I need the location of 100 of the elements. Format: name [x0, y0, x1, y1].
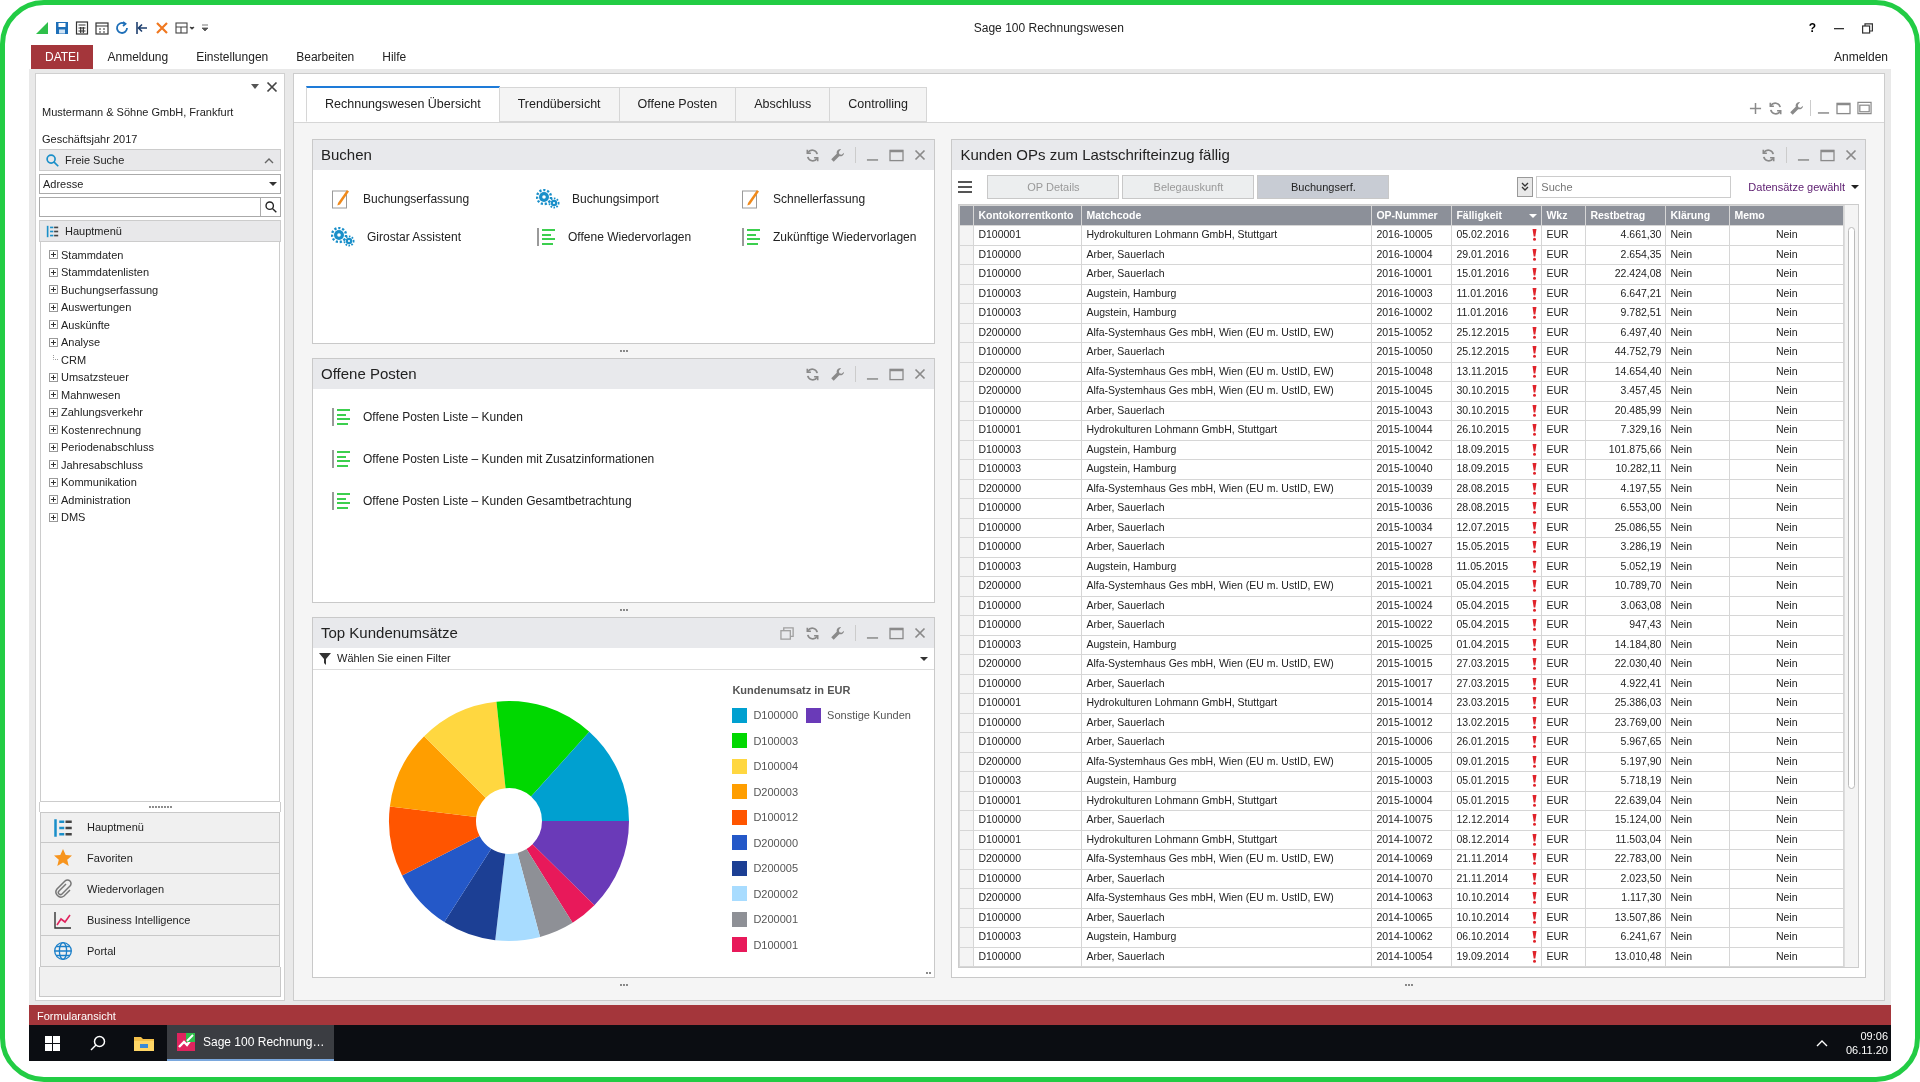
tab[interactable]: Trendübersicht: [498, 87, 620, 122]
expand-icon[interactable]: [49, 372, 58, 382]
login-button[interactable]: Anmelden: [1819, 45, 1891, 69]
tree-item[interactable]: Jahresabschluss: [61, 456, 143, 473]
maximize-icon[interactable]: [1820, 148, 1835, 162]
tree-item[interactable]: Auswertungen: [61, 299, 132, 316]
tab[interactable]: Offene Posten: [618, 87, 737, 122]
refresh-icon[interactable]: [1768, 100, 1783, 116]
wrench-icon[interactable]: [830, 366, 846, 382]
search-header[interactable]: Freie Suche: [39, 149, 281, 171]
tree-item[interactable]: Kostenrechnung: [61, 421, 142, 438]
expand-icon[interactable]: [49, 407, 58, 417]
wrench-icon[interactable]: [1789, 100, 1804, 116]
expand-icon[interactable]: [49, 285, 58, 295]
nav-button[interactable]: Portal: [40, 936, 280, 967]
refresh-icon[interactable]: [805, 625, 821, 641]
expand-icon[interactable]: [49, 442, 58, 452]
menu-item[interactable]: Hilfe: [368, 45, 421, 69]
collapse-icon[interactable]: [264, 156, 274, 164]
tree-item[interactable]: Mahnwesen: [61, 386, 121, 403]
save-icon[interactable]: [55, 21, 69, 35]
scope-dropdown[interactable]: Adresse: [39, 174, 281, 194]
copy-icon[interactable]: [780, 625, 796, 641]
search-field[interactable]: Suche: [1536, 176, 1732, 198]
refresh-icon[interactable]: [805, 366, 821, 382]
nav-button[interactable]: Favoriten: [40, 843, 280, 874]
nav-button[interactable]: Hauptmenü: [40, 812, 280, 843]
tray-chevron-icon[interactable]: [1816, 1039, 1828, 1047]
tree-item[interactable]: Auskünfte: [61, 316, 110, 333]
expand-icon[interactable]: [49, 250, 58, 260]
wrench-icon[interactable]: [830, 625, 846, 641]
restore-icon[interactable]: [1862, 22, 1873, 34]
back-icon[interactable]: [135, 21, 149, 35]
menu-item[interactable]: Bearbeiten: [282, 45, 369, 69]
caret-icon[interactable]: [201, 23, 209, 33]
action-link[interactable]: Schnellerfassung: [741, 188, 917, 210]
table-cell: EUR: [1541, 225, 1586, 245]
tree-item[interactable]: Umsatzsteuer: [61, 369, 129, 386]
calendar-icon[interactable]: [95, 21, 109, 35]
expand-button[interactable]: [1517, 177, 1534, 197]
maximize-icon[interactable]: [1836, 101, 1851, 115]
action-link[interactable]: Buchungsimport: [536, 188, 741, 210]
expand-icon[interactable]: [49, 512, 58, 522]
report-link[interactable]: Offene Posten Liste – Kunden mit Zusatzinformationen: [331, 449, 917, 469]
selection-dropdown[interactable]: Datensätze gewählt: [1748, 178, 1859, 196]
menu-item[interactable]: Einstellungen: [182, 45, 283, 69]
panel-layout-icon[interactable]: [1857, 101, 1872, 115]
expand-icon[interactable]: [49, 320, 58, 330]
menu-icon[interactable]: [958, 181, 973, 193]
tab[interactable]: Abschluss: [735, 87, 831, 122]
help-button[interactable]: ?: [1808, 19, 1816, 37]
expand-icon[interactable]: [49, 390, 58, 400]
expand-icon[interactable]: [49, 267, 58, 277]
toolbar-button[interactable]: Buchungserf.: [1257, 175, 1390, 199]
tab[interactable]: Controlling: [829, 87, 927, 122]
tree-item[interactable]: Stammdaten: [61, 246, 124, 263]
table-cell: D100001: [973, 225, 1082, 245]
calculator-icon[interactable]: [75, 21, 89, 35]
search-field[interactable]: [39, 197, 261, 217]
report-link[interactable]: Offene Posten Liste – Kunden Gesamtbetrachtung: [331, 491, 917, 511]
tree-item[interactable]: Analyse: [61, 334, 101, 351]
filter-dropdown[interactable]: Wählen Sie einen Filter: [313, 648, 935, 670]
taskbar-app-button[interactable]: Sage 100 Rechnung…: [167, 1025, 335, 1061]
expand-icon[interactable]: [49, 425, 58, 435]
expand-icon[interactable]: [49, 337, 58, 347]
maximize-icon[interactable]: [889, 367, 905, 381]
tree-item[interactable]: Zahlungsverkehr: [61, 404, 143, 421]
nav-button[interactable]: Wiedervorlagen: [40, 874, 280, 905]
expand-icon[interactable]: [49, 495, 58, 505]
refresh-icon[interactable]: [1761, 147, 1776, 163]
add-icon[interactable]: [1749, 101, 1762, 115]
tab[interactable]: Rechnungswesen Übersicht: [306, 86, 500, 122]
tree-item[interactable]: Kommunikation: [61, 474, 137, 491]
tree-item[interactable]: Buchungserfassung: [61, 281, 159, 298]
action-link[interactable]: Offene Wiedervorlagen: [536, 227, 741, 247]
table-cell: 5.718,19: [1585, 771, 1666, 791]
tree-item[interactable]: Stammdatenlisten: [61, 264, 150, 281]
maximize-icon[interactable]: [889, 148, 905, 162]
tree-item[interactable]: DMS: [61, 509, 86, 526]
expand-icon[interactable]: [49, 477, 58, 487]
tree-item[interactable]: Administration: [61, 491, 131, 508]
action-link[interactable]: Girostar Assistent: [331, 227, 536, 247]
table-cell: Nein: [1729, 342, 1844, 362]
tree-item[interactable]: Periodenabschluss: [61, 439, 154, 456]
dropdown-caret-icon[interactable]: [250, 83, 260, 91]
wrench-icon[interactable]: [830, 147, 846, 163]
expand-icon[interactable]: [49, 302, 58, 312]
refresh-icon[interactable]: [805, 147, 821, 163]
nav-button[interactable]: Business Intelligence: [40, 905, 280, 936]
layout-icon[interactable]: [175, 21, 195, 35]
search-button[interactable]: [261, 197, 281, 217]
action-link[interactable]: Zukünftige Wiedervorlagen: [741, 227, 917, 247]
maximize-icon[interactable]: [889, 626, 905, 640]
report-link[interactable]: Offene Posten Liste – Kunden: [331, 407, 917, 427]
close-icon[interactable]: [266, 81, 278, 93]
refresh-icon[interactable]: [115, 21, 129, 35]
menu-item[interactable]: Anmeldung: [93, 45, 183, 69]
expand-icon[interactable]: [49, 460, 58, 470]
tree-item[interactable]: CRM: [61, 351, 87, 368]
action-link[interactable]: Buchungserfassung: [331, 188, 536, 210]
